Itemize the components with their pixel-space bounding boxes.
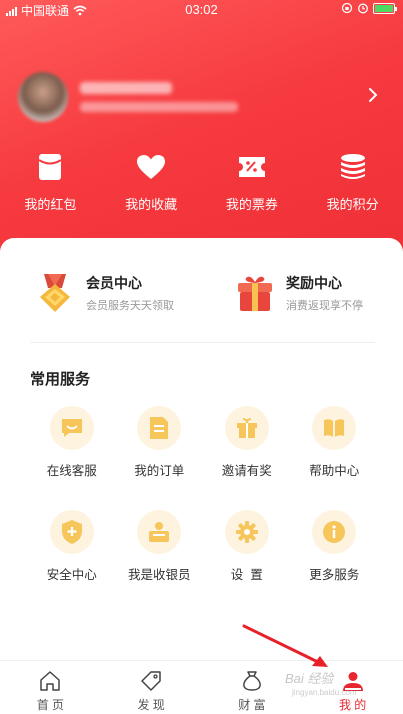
quick-action-red-envelope[interactable]: 我的红包 [0, 152, 101, 214]
reward-center-title: 奖励中心 [286, 275, 342, 291]
battery-icon [373, 2, 397, 14]
lock-rotation-icon [341, 2, 353, 14]
money-bag-icon [243, 671, 261, 691]
status-right [341, 2, 397, 14]
tab-wealth[interactable]: 财 富 [202, 661, 303, 714]
bottom-tab-bar: 首 页 发 现 财 富 我 的 [0, 660, 403, 714]
quick-action-favorites[interactable]: 我的收藏 [101, 152, 202, 214]
service-online-support[interactable]: 在线客服 [28, 406, 116, 510]
service-label: 更多服务 [309, 568, 360, 582]
gift-box-icon [234, 272, 276, 314]
services-row: 在线客服 我的订单 邀请有奖 帮助中心 [28, 406, 378, 510]
info-icon [312, 510, 357, 554]
reward-center-entry[interactable]: 奖励中心 消费返现享不停 [234, 268, 363, 318]
profile-subtitle-blurred [80, 102, 238, 112]
tab-label: 发 现 [137, 698, 165, 712]
gear-icon [224, 510, 269, 554]
service-label: 帮助中心 [309, 464, 360, 478]
service-label: 安全中心 [46, 568, 97, 582]
content-card: 会员中心 会员服务天天领取 奖励中心 消费返现享不停 常用服务 在线客服 我的订… [0, 238, 403, 658]
service-label: 我的订单 [134, 464, 185, 478]
member-medal-icon [34, 272, 76, 314]
reward-center-text: 奖励中心 消费返现享不停 [286, 273, 363, 313]
red-envelope-icon [35, 152, 65, 182]
coins-stack-icon [338, 152, 368, 182]
quick-action-label: 我的积分 [326, 197, 379, 212]
tag-icon [141, 671, 161, 691]
section-title-common-services: 常用服务 [30, 371, 91, 388]
alarm-icon [358, 3, 368, 14]
avatar[interactable] [18, 72, 68, 122]
book-icon [312, 406, 357, 450]
shield-plus-icon [49, 510, 94, 554]
tab-mine[interactable]: 我 的 [302, 661, 403, 714]
services-row: 安全中心 我是收银员 设 置 更多服务 [28, 510, 378, 614]
member-center-entry[interactable]: 会员中心 会员服务天天领取 [34, 268, 174, 318]
service-label: 设 置 [230, 568, 263, 582]
user-icon [342, 672, 363, 691]
profile-name-blurred [80, 82, 172, 94]
cashier-icon [137, 510, 182, 554]
quick-action-tickets[interactable]: 我的票券 [202, 152, 303, 214]
tab-label: 财 富 [238, 698, 266, 712]
service-settings[interactable]: 设 置 [203, 510, 291, 614]
reward-center-subtitle: 消费返现享不停 [286, 300, 363, 312]
profile-header[interactable] [18, 72, 388, 122]
tab-discover[interactable]: 发 现 [101, 661, 202, 714]
quick-action-label: 我的红包 [24, 197, 77, 212]
member-center-subtitle: 会员服务天天领取 [86, 300, 174, 312]
service-label: 邀请有奖 [221, 464, 272, 478]
service-invite-rewards[interactable]: 邀请有奖 [203, 406, 291, 510]
service-more[interactable]: 更多服务 [291, 510, 379, 614]
quick-actions: 我的红包 我的收藏 我的票券 我的积分 [0, 152, 403, 214]
chevron-right-icon[interactable] [366, 86, 380, 104]
heart-icon [136, 152, 166, 182]
service-my-orders[interactable]: 我的订单 [116, 406, 204, 510]
chat-smile-icon [49, 406, 94, 450]
service-label: 在线客服 [46, 464, 97, 478]
order-document-icon [137, 406, 182, 450]
service-help-center[interactable]: 帮助中心 [291, 406, 379, 510]
my-profile-page: 中国联通 03:02 我的红包 我的收藏 我的票券 我的积分 会员中心 会员服务… [0, 0, 403, 714]
home-icon [40, 671, 61, 691]
services-grid: 在线客服 我的订单 邀请有奖 帮助中心 安全中心 我是收银员 设 置 更多服务 [28, 406, 378, 614]
gift-icon [224, 406, 269, 450]
quick-action-label: 我的收藏 [125, 197, 178, 212]
status-bar: 中国联通 03:02 [0, 0, 403, 20]
divider [30, 342, 375, 343]
tab-label: 我 的 [338, 698, 367, 712]
member-center-title: 会员中心 [86, 275, 142, 291]
tab-home[interactable]: 首 页 [0, 661, 101, 714]
promo-row: 会员中心 会员服务天天领取 奖励中心 消费返现享不停 [0, 268, 403, 318]
member-center-text: 会员中心 会员服务天天领取 [86, 273, 174, 313]
service-cashier[interactable]: 我是收银员 [116, 510, 204, 614]
ticket-icon [237, 152, 267, 182]
service-label: 我是收银员 [127, 568, 191, 582]
quick-action-points[interactable]: 我的积分 [302, 152, 403, 214]
quick-action-label: 我的票券 [225, 197, 278, 212]
service-security-center[interactable]: 安全中心 [28, 510, 116, 614]
tab-label: 首 页 [36, 698, 65, 712]
